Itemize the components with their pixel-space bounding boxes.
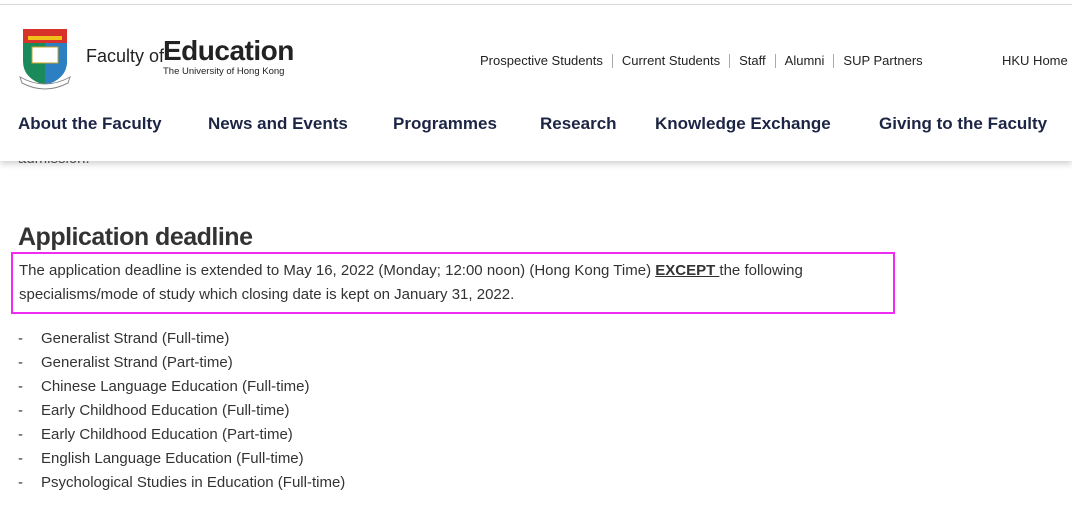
- except-emphasis: EXCEPT: [655, 262, 720, 279]
- nav-knowledge-exchange[interactable]: Knowledge Exchange: [655, 112, 831, 136]
- nav-about[interactable]: About the Faculty: [18, 112, 162, 136]
- list-item: - Psychological Studies in Education (Ful…: [18, 474, 346, 491]
- deadline-notice: The application deadline is extended to …: [11, 252, 895, 314]
- link-alumni[interactable]: Alumni: [774, 54, 834, 68]
- nav-news-events[interactable]: News and Events: [208, 112, 348, 136]
- section-heading: Application deadline: [18, 223, 253, 251]
- utility-links: Prospective Students Current Students St…: [480, 54, 932, 68]
- list-item: - English Language Education (Full-time): [18, 450, 304, 467]
- link-prospective-students[interactable]: Prospective Students: [480, 54, 612, 68]
- specialism-list: - Generalist Strand (Full-time) - Generali…: [18, 327, 345, 495]
- site-header: Faculty of Education The University of H…: [0, 5, 1072, 161]
- link-hku-home[interactable]: HKU Home: [1002, 54, 1068, 68]
- hku-crest-logo[interactable]: [18, 29, 72, 91]
- link-staff[interactable]: Staff: [729, 54, 775, 68]
- nav-research[interactable]: Research: [540, 112, 617, 136]
- nav-programmes[interactable]: Programmes: [393, 112, 497, 136]
- faculty-logo-text[interactable]: Faculty of Education The University of H…: [86, 35, 296, 81]
- list-item: - Generalist Strand (Part-time): [18, 354, 233, 371]
- nav-giving[interactable]: Giving to the Faculty: [879, 112, 1047, 136]
- list-item: - Chinese Language Education (Full-time): [18, 378, 310, 395]
- link-sup-partners[interactable]: SUP Partners: [833, 54, 931, 68]
- list-item: - Early Childhood Education (Part-time): [18, 426, 293, 443]
- link-current-students[interactable]: Current Students: [611, 54, 729, 68]
- list-item: - Early Childhood Education (Full-time): [18, 402, 290, 419]
- list-item: - Generalist Strand (Full-time): [18, 330, 230, 347]
